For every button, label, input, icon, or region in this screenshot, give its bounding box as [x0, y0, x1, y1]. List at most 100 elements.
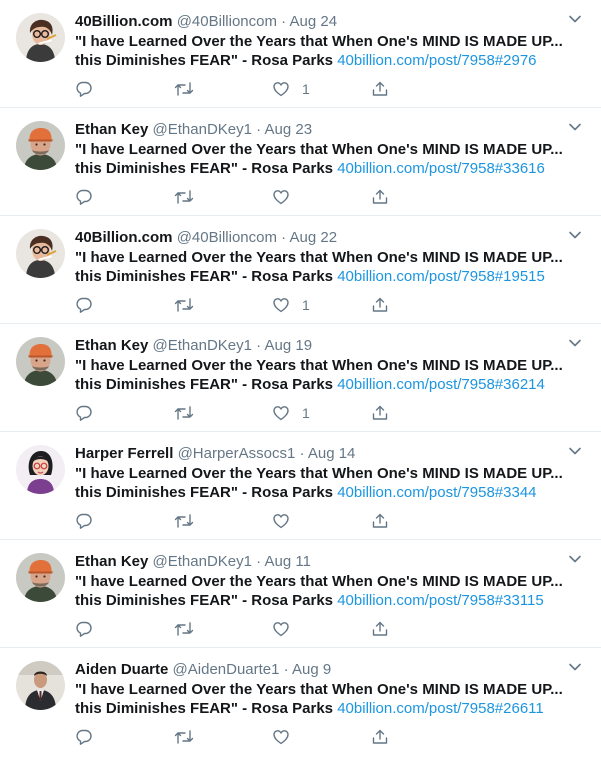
share-button[interactable]	[371, 511, 389, 531]
tweet-date[interactable]: Aug 9	[292, 661, 331, 678]
tweet-link[interactable]: 40billion.com/post/7958#26611	[337, 700, 544, 717]
tweet-date[interactable]: Aug 19	[265, 337, 313, 354]
tweet-text-line1: "I have Learned Over the Years that When…	[75, 681, 563, 698]
retweet-button[interactable]	[174, 187, 194, 207]
tweet-actions	[75, 619, 395, 639]
tweet-date[interactable]: Aug 24	[290, 13, 338, 30]
share-button[interactable]	[371, 295, 389, 315]
chevron-down-icon[interactable]	[566, 550, 584, 568]
reply-button[interactable]	[75, 187, 93, 207]
tweet-link[interactable]: 40billion.com/post/7958#33115	[337, 592, 544, 609]
reply-icon	[75, 188, 93, 206]
tweet-2[interactable]: Ethan Key @EthanDKey1 · Aug 23 "I have L…	[0, 108, 601, 216]
reply-icon	[75, 80, 93, 98]
author-handle[interactable]: @EthanDKey1	[153, 337, 252, 354]
tweet-date[interactable]: Aug 11	[265, 553, 311, 570]
author-name[interactable]: Ethan Key	[75, 121, 148, 138]
reply-icon	[75, 620, 93, 638]
tweet-7[interactable]: Aiden Duarte @AidenDuarte1 · Aug 9 "I ha…	[0, 648, 601, 756]
tweet-date[interactable]: Aug 22	[290, 229, 338, 246]
share-icon	[371, 80, 389, 98]
share-button[interactable]	[371, 403, 389, 423]
author-name[interactable]: Aiden Duarte	[75, 661, 168, 678]
author-name[interactable]: Ethan Key	[75, 337, 148, 354]
share-icon	[371, 404, 389, 422]
like-button[interactable]: 1	[272, 295, 310, 315]
tweet-text: "I have Learned Over the Years that When…	[75, 572, 585, 610]
author-handle[interactable]: @EthanDKey1	[153, 553, 252, 570]
tweet-3[interactable]: 40Billion.com @40Billioncom · Aug 22 "I …	[0, 216, 601, 324]
chevron-down-icon[interactable]	[566, 334, 584, 352]
avatar-man-orange-cap[interactable]	[16, 553, 65, 602]
reply-button[interactable]	[75, 511, 93, 531]
tweet-link[interactable]: 40billion.com/post/7958#19515	[337, 268, 545, 285]
like-button[interactable]: 1	[272, 403, 310, 423]
tweet-actions: 1	[75, 295, 395, 315]
tweet-header: Ethan Key @EthanDKey1 · Aug 23	[75, 120, 312, 140]
chevron-down-icon[interactable]	[566, 10, 584, 28]
author-handle[interactable]: @40Billioncom	[177, 229, 277, 246]
retweet-button[interactable]	[174, 619, 194, 639]
author-name[interactable]: Ethan Key	[75, 553, 148, 570]
chevron-down-icon[interactable]	[566, 658, 584, 676]
share-button[interactable]	[371, 727, 389, 747]
tweet-4[interactable]: Ethan Key @EthanDKey1 · Aug 19 "I have L…	[0, 324, 601, 432]
chevron-down-icon[interactable]	[566, 118, 584, 136]
share-button[interactable]	[371, 187, 389, 207]
like-button[interactable]	[272, 187, 302, 207]
retweet-button[interactable]	[174, 403, 194, 423]
retweet-button[interactable]	[174, 727, 194, 747]
reply-button[interactable]	[75, 619, 93, 639]
tweet-link[interactable]: 40billion.com/post/7958#36214	[337, 376, 545, 393]
tweet-link[interactable]: 40billion.com/post/7958#3344	[337, 484, 536, 501]
tweet-text-line2-content: this Diminishes FEAR" - Rosa Parks	[75, 160, 334, 177]
author-handle[interactable]: @EthanDKey1	[153, 121, 252, 138]
tweet-5[interactable]: Harper Ferrell @HarperAssocs1 · Aug 14 "…	[0, 432, 601, 540]
share-icon	[371, 728, 389, 746]
author-handle[interactable]: @HarperAssocs1	[178, 445, 296, 462]
author-name[interactable]: 40Billion.com	[75, 13, 173, 30]
avatar-man-orange-cap[interactable]	[16, 121, 65, 170]
reply-icon	[75, 512, 93, 530]
tweet-text-line1: "I have Learned Over the Years that When…	[75, 357, 563, 374]
like-button[interactable]: 1	[272, 79, 310, 99]
avatar-woman-glasses[interactable]	[16, 229, 65, 278]
author-handle[interactable]: @AidenDuarte1	[173, 661, 280, 678]
author-name[interactable]: Harper Ferrell	[75, 445, 173, 462]
retweet-icon	[174, 404, 194, 422]
share-icon	[371, 296, 389, 314]
chevron-down-icon[interactable]	[566, 442, 584, 460]
like-button[interactable]	[272, 727, 302, 747]
chevron-down-icon[interactable]	[566, 226, 584, 244]
avatar-man-orange-cap[interactable]	[16, 337, 65, 386]
avatar-woman-glasses[interactable]	[16, 13, 65, 62]
author-name[interactable]: 40Billion.com	[75, 229, 173, 246]
reply-button[interactable]	[75, 727, 93, 747]
tweet-link[interactable]: 40billion.com/post/7958#2976	[337, 52, 536, 69]
avatar-cartoon-woman[interactable]	[16, 445, 65, 494]
tweet-header: 40Billion.com @40Billioncom · Aug 22	[75, 228, 337, 248]
reply-button[interactable]	[75, 403, 93, 423]
retweet-button[interactable]	[174, 79, 194, 99]
tweet-6[interactable]: Ethan Key @EthanDKey1 · Aug 11 "I have L…	[0, 540, 601, 648]
tweet-link[interactable]: 40billion.com/post/7958#33616	[337, 160, 545, 177]
like-button[interactable]	[272, 511, 302, 531]
tweet-text-line2-content: this Diminishes FEAR" - Rosa Parks	[75, 268, 334, 285]
like-button[interactable]	[272, 619, 302, 639]
retweet-button[interactable]	[174, 295, 194, 315]
tweet-text-line2: this Diminishes FEAR" - Rosa Parks 40bil…	[75, 591, 585, 610]
tweet-1[interactable]: 40Billion.com @40Billioncom · Aug 24 "I …	[0, 0, 601, 108]
retweet-button[interactable]	[174, 511, 194, 531]
share-button[interactable]	[371, 79, 389, 99]
tweet-text-line2-content: this Diminishes FEAR" - Rosa Parks	[75, 700, 334, 717]
share-button[interactable]	[371, 619, 389, 639]
tweet-date[interactable]: Aug 23	[265, 121, 313, 138]
reply-icon	[75, 728, 93, 746]
tweet-header: Aiden Duarte @AidenDuarte1 · Aug 9	[75, 660, 331, 680]
avatar-man-suit[interactable]	[16, 661, 65, 710]
author-handle[interactable]: @40Billioncom	[177, 13, 277, 30]
reply-button[interactable]	[75, 295, 93, 315]
reply-button[interactable]	[75, 79, 93, 99]
retweet-icon	[174, 296, 194, 314]
tweet-date[interactable]: Aug 14	[308, 445, 356, 462]
